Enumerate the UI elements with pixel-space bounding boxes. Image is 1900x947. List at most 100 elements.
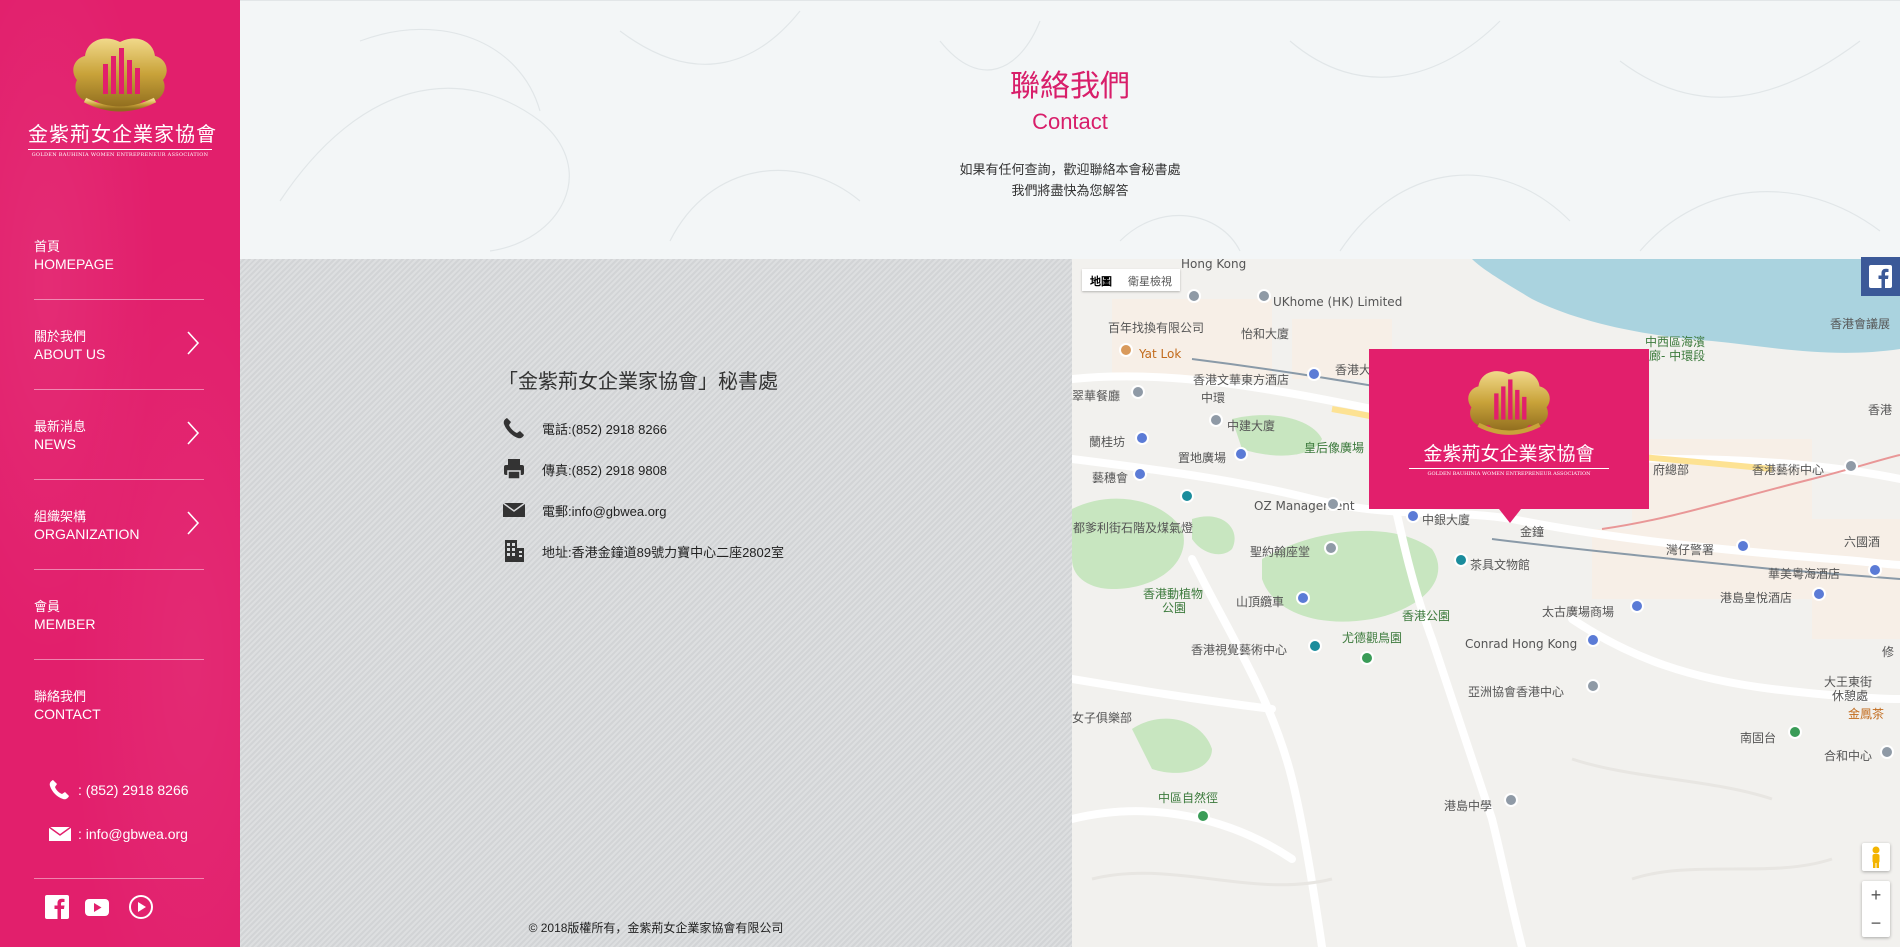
intro-text: 我們將盡快為您解答 bbox=[1011, 183, 1129, 198]
map-pin bbox=[1454, 553, 1468, 567]
map-label: 香港藝術中心 bbox=[1752, 463, 1825, 477]
map-pin bbox=[1296, 591, 1310, 605]
map-pin bbox=[1406, 509, 1420, 523]
map-pin bbox=[1326, 497, 1340, 511]
map-label: 灣仔警署 bbox=[1666, 543, 1715, 557]
map-label: 修 bbox=[1882, 645, 1895, 659]
contact-email[interactable]: 電郵:info@gbwea.org bbox=[502, 497, 666, 523]
map-label: 香港會議展 bbox=[1830, 317, 1891, 331]
map-pin bbox=[1257, 289, 1271, 303]
sidebar-divider bbox=[34, 878, 204, 879]
contact-phone[interactable]: 電話:(852) 2918 8266 bbox=[502, 415, 667, 441]
map-label: Conrad Hong Kong bbox=[1465, 637, 1578, 651]
mail-icon bbox=[48, 826, 72, 841]
nav-label-cn: 聯絡我們 bbox=[34, 689, 87, 704]
map-pin bbox=[1187, 289, 1201, 303]
map-label: 華美粵海酒店 bbox=[1768, 567, 1841, 581]
map-label: 中建大廈 bbox=[1227, 419, 1276, 433]
sidebar-phone[interactable]: : (852) 2918 8266 bbox=[48, 778, 189, 802]
map-label: 金鐘 bbox=[1520, 525, 1545, 539]
nav-label-en: MEMBER bbox=[34, 616, 96, 632]
map-label: 中區自然徑 bbox=[1158, 791, 1219, 805]
map-pin bbox=[1736, 539, 1750, 553]
office-title: 「金紫荊女企業家協會」秘書處 bbox=[498, 371, 778, 393]
map-label: 府總部 bbox=[1653, 463, 1690, 477]
street-view-pegman-button[interactable] bbox=[1862, 843, 1890, 871]
map-label: 香港視覺藝術中心 bbox=[1191, 643, 1288, 657]
youtube-icon[interactable] bbox=[84, 894, 110, 920]
popup-arrow bbox=[1499, 509, 1521, 523]
contact-phone-text: 電話:(852) 2918 8266 bbox=[542, 421, 668, 437]
map-pin bbox=[1324, 541, 1338, 555]
phone-icon bbox=[49, 780, 69, 800]
map-pin bbox=[1131, 385, 1145, 399]
site-logo[interactable]: 金紫荊女企業家協會 GOLDEN BAUHINIA WOMEN ENTREPRE… bbox=[28, 34, 217, 158]
map-pin bbox=[1307, 367, 1321, 381]
contact-address: 地址:香港金鐘道89號力寶中心二座2802室 bbox=[502, 538, 784, 564]
map-label: 公園 bbox=[1162, 601, 1187, 615]
nav-item-contact[interactable]: 聯絡我們 CONTACT bbox=[34, 660, 204, 750]
zoom-out-button[interactable]: − bbox=[1862, 909, 1890, 937]
map-pin bbox=[1880, 745, 1894, 759]
nav-item-member[interactable]: 會員 MEMBER bbox=[34, 570, 204, 660]
nav-label-en: NEWS bbox=[34, 436, 76, 452]
copyright: © 2018版權所有，金紫荊女企業家協會有限公司 bbox=[528, 921, 784, 935]
sidebar: 金紫荊女企業家協會 GOLDEN BAUHINIA WOMEN ENTREPRE… bbox=[0, 0, 240, 947]
facebook-icon[interactable] bbox=[44, 894, 70, 920]
nav-item-homepage[interactable]: 首頁 HOMEPAGE bbox=[34, 210, 204, 300]
chevron-right-icon bbox=[187, 511, 200, 535]
sidebar-email-text: : info@gbwea.org bbox=[78, 826, 188, 842]
map-pin bbox=[1844, 459, 1858, 473]
map-label: 香港大 bbox=[1335, 363, 1372, 377]
map-label: 香港公園 bbox=[1402, 609, 1451, 623]
google-map[interactable]: 地圖 衛星檢視 Hong Kong UKhome (HK) Limited 百年… bbox=[1072, 259, 1900, 947]
nav-label-en: CONTACT bbox=[34, 706, 101, 722]
nav-item-news[interactable]: 最新消息 NEWS bbox=[34, 390, 204, 480]
contact-fax-text: 傳真:(852) 2918 9808 bbox=[542, 462, 668, 478]
mail-icon bbox=[502, 502, 526, 517]
sidebar-phone-text: : (852) 2918 8266 bbox=[78, 782, 189, 798]
map-pin bbox=[1868, 563, 1882, 577]
map-pin bbox=[1630, 599, 1644, 613]
map-marker-popup[interactable]: 金紫荊女企業家協會 GOLDEN BAUHINIA WOMEN ENTREPRE… bbox=[1369, 349, 1649, 509]
nav-label-cn: 最新消息 bbox=[34, 419, 87, 434]
map-label: 香港文華東方酒店 bbox=[1193, 373, 1290, 387]
zoom-in-button[interactable]: + bbox=[1862, 881, 1890, 909]
map-label: 香港 bbox=[1868, 403, 1893, 417]
map-label: 置地廣場 bbox=[1178, 451, 1227, 465]
sidebar-email[interactable]: : info@gbwea.org bbox=[48, 823, 188, 845]
map-pin bbox=[1308, 639, 1322, 653]
map-label: 中環 bbox=[1201, 391, 1226, 405]
building-icon bbox=[505, 540, 524, 562]
map-pin bbox=[1119, 343, 1133, 357]
popup-logo-chinese-name: 金紫荊女企業家協會 bbox=[1423, 443, 1595, 465]
logo-chinese-name: 金紫荊女企業家協會 bbox=[28, 122, 217, 146]
nav-item-about-us[interactable]: 關於我們 ABOUT US bbox=[34, 300, 204, 390]
zoom-control[interactable]: + − bbox=[1862, 881, 1890, 937]
map-pin bbox=[1788, 725, 1802, 739]
phone-icon bbox=[503, 418, 524, 439]
map-label: 休憩處 bbox=[1832, 689, 1869, 703]
page-title: 聯絡我們 bbox=[1010, 69, 1130, 104]
nav-label-cn: 組織架構 bbox=[34, 509, 87, 524]
map-label: 蘭桂坊 bbox=[1089, 435, 1126, 449]
nav-item-organization[interactable]: 組織架構 ORGANIZATION bbox=[34, 480, 204, 570]
map-label: 南固台 bbox=[1740, 731, 1777, 745]
map-type-map-button[interactable]: 地圖 bbox=[1082, 269, 1120, 291]
map-pin bbox=[1135, 431, 1149, 445]
map-label: 中銀大廈 bbox=[1422, 513, 1471, 527]
map-pin bbox=[1586, 679, 1600, 693]
map-type-satellite-button[interactable]: 衛星檢視 bbox=[1120, 269, 1180, 291]
map-label: 怡和大廈 bbox=[1241, 327, 1290, 341]
map-type-control[interactable]: 地圖 衛星檢視 bbox=[1082, 269, 1180, 291]
pegman-icon bbox=[1872, 846, 1880, 868]
map-label: 都爹利街石階及煤氣燈 bbox=[1073, 521, 1194, 535]
map-label: 港島中學 bbox=[1444, 799, 1493, 813]
floating-facebook-button[interactable] bbox=[1861, 257, 1900, 296]
play-icon[interactable] bbox=[128, 894, 154, 920]
bauhinia-logo-icon bbox=[1468, 371, 1550, 435]
map-pin bbox=[1133, 467, 1147, 481]
nav-label-cn: 首頁 bbox=[34, 239, 61, 254]
nav-label-en: ORGANIZATION bbox=[34, 526, 140, 542]
page-subtitle: Contact bbox=[1032, 109, 1108, 134]
